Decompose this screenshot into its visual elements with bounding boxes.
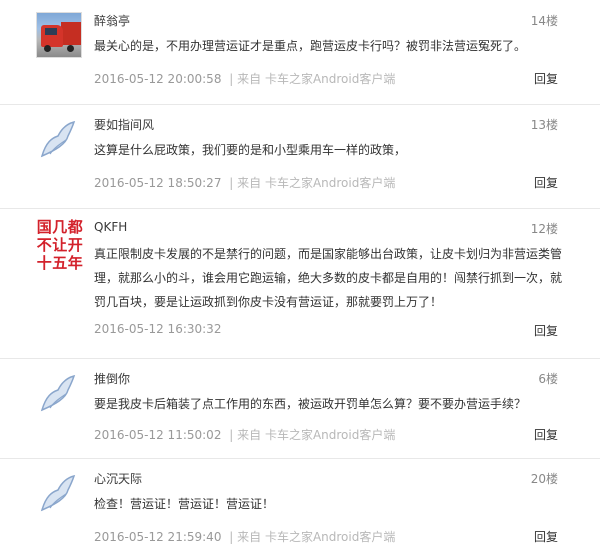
avatar-text-line: 国几都 <box>36 218 84 236</box>
comment-meta: 2016-05-12 11:50:02 | 来自 卡车之家Android客户端 <box>94 426 395 443</box>
default-avatar-icon <box>40 120 76 158</box>
username[interactable]: 要如指间风 <box>94 116 154 133</box>
avatar[interactable] <box>36 470 80 514</box>
comment-meta: 2016-05-12 16:30:32 <box>94 322 221 336</box>
reply-button[interactable]: 回复 <box>534 322 558 339</box>
avatar[interactable] <box>36 370 80 414</box>
truck-wheel-shape <box>67 45 74 52</box>
username[interactable]: 心沉天际 <box>94 470 142 487</box>
comment-item: 醉翁亭 14楼 最关心的是，不用办理营运证才是重点，跑营运皮卡行吗？被罚非法营运… <box>0 0 600 105</box>
avatar[interactable]: 国几都 不让开 十五年 <box>34 218 86 272</box>
comment-content: 真正限制皮卡发展的不是禁行的问题，而是国家能够出台政策，让皮卡划归为非营运类管理… <box>94 247 563 309</box>
floor-number: 14楼 <box>530 14 558 28</box>
default-avatar-icon <box>40 374 76 412</box>
default-avatar-icon <box>40 474 76 512</box>
comment-item: 推倒你 6楼 要是我皮卡后箱装了点工作用的东西，被运政开罚单怎么算？要不要办营运… <box>0 358 600 459</box>
floor-number: 6楼 <box>538 372 558 386</box>
comment-item: 要如指间风 13楼 这算是什么屁政策，我们要的是和小型乘用车一样的政策， 201… <box>0 104 600 209</box>
truck-window-shape <box>45 28 57 35</box>
comment-content: 这算是什么屁政策，我们要的是和小型乘用车一样的政策， <box>94 143 407 157</box>
avatar-text-line: 不让开 <box>36 236 84 254</box>
truck-wheel-shape <box>44 45 51 52</box>
comment-content: 检查！营运证！营运证！营运证！ <box>94 497 275 511</box>
floor-number: 20楼 <box>530 472 558 486</box>
username[interactable]: 推倒你 <box>94 370 130 387</box>
floor-number: 12楼 <box>530 222 558 236</box>
comment-time: 2016-05-12 21:59:40 <box>94 530 222 544</box>
comment-meta: 2016-05-12 20:00:58 | 来自 卡车之家Android客户端 <box>94 70 395 87</box>
comment-source: | 来自 卡车之家Android客户端 <box>229 530 396 544</box>
reply-button[interactable]: 回复 <box>534 426 558 443</box>
reply-button[interactable]: 回复 <box>534 70 558 87</box>
comment-item: 心沉天际 20楼 检查！营运证！营运证！营运证！ 2016-05-12 21:5… <box>0 458 600 558</box>
username[interactable]: 醉翁亭 <box>94 12 130 29</box>
avatar[interactable] <box>36 12 82 58</box>
username[interactable]: QKFH <box>94 220 127 234</box>
avatar[interactable] <box>36 116 80 160</box>
comment-source: | 来自 卡车之家Android客户端 <box>229 72 396 86</box>
comment-content: 要是我皮卡后箱装了点工作用的东西，被运政开罚单怎么算？要不要办营运手续？ <box>94 397 527 411</box>
comment-source: | 来自 卡车之家Android客户端 <box>229 428 396 442</box>
avatar-text-line: 十五年 <box>36 254 84 272</box>
comment-time: 2016-05-12 16:30:32 <box>94 322 222 336</box>
comment-time: 2016-05-12 18:50:27 <box>94 176 222 190</box>
comment-item: 国几都 不让开 十五年 QKFH 12楼 真正限制皮卡发展的不是禁行的问题，而是… <box>0 208 600 359</box>
reply-button[interactable]: 回复 <box>534 174 558 191</box>
floor-number: 13楼 <box>530 118 558 132</box>
reply-button[interactable]: 回复 <box>534 528 558 545</box>
comment-meta: 2016-05-12 18:50:27 | 来自 卡车之家Android客户端 <box>94 174 395 191</box>
comment-meta: 2016-05-12 21:59:40 | 来自 卡车之家Android客户端 <box>94 528 395 545</box>
truck-trailer-shape <box>61 22 81 45</box>
comment-content: 最关心的是，不用办理营运证才是重点，跑营运皮卡行吗？被罚非法营运冤死了。 <box>94 39 527 53</box>
comment-time: 2016-05-12 20:00:58 <box>94 72 222 86</box>
comment-source: | 来自 卡车之家Android客户端 <box>229 176 396 190</box>
comment-time: 2016-05-12 11:50:02 <box>94 428 222 442</box>
